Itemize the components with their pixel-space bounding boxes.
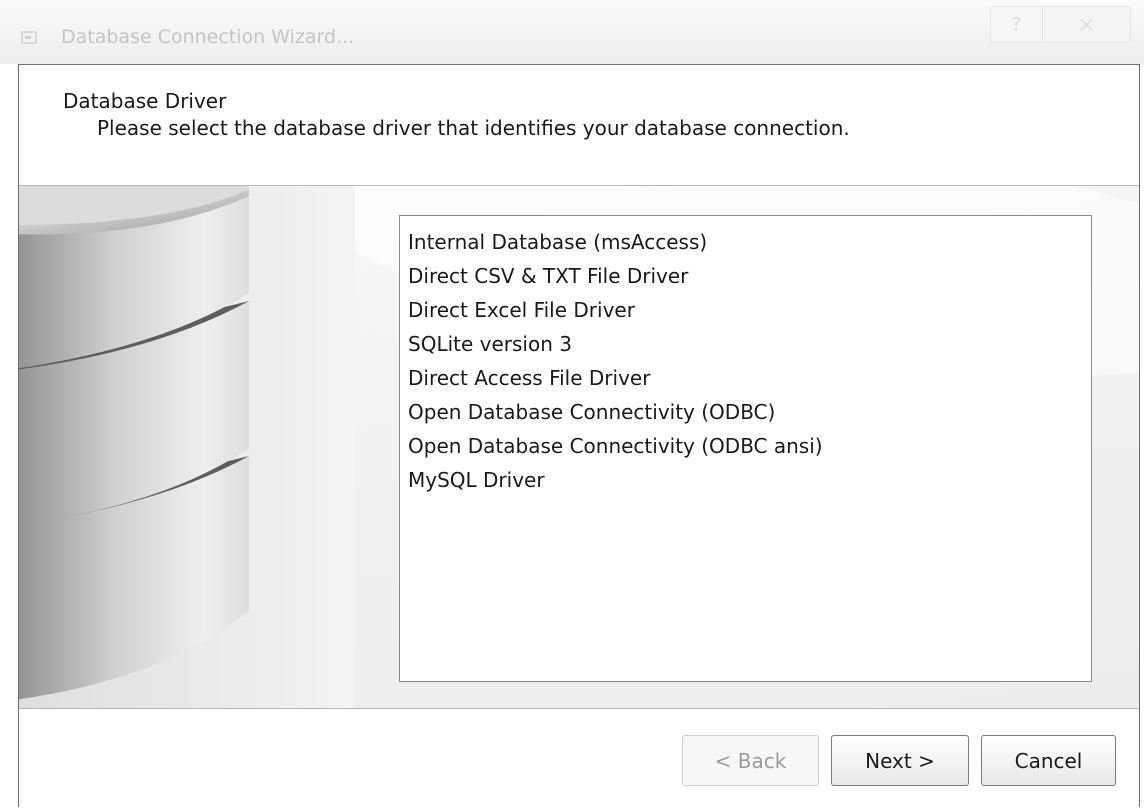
list-item[interactable]: Direct CSV & TXT File Driver — [400, 259, 1091, 293]
back-button[interactable]: < Back — [682, 735, 819, 786]
wizard-content: Internal Database (msAccess) Direct CSV … — [19, 186, 1139, 708]
driver-list[interactable]: Internal Database (msAccess) Direct CSV … — [399, 215, 1092, 682]
list-item[interactable]: MySQL Driver — [400, 463, 1091, 497]
wizard-footer: < Back Next > Cancel — [19, 708, 1139, 809]
list-item[interactable]: Open Database Connectivity (ODBC ansi) — [400, 429, 1091, 463]
list-item[interactable]: Direct Excel File Driver — [400, 293, 1091, 327]
list-item[interactable]: SQLite version 3 — [400, 327, 1091, 361]
app-window-icon — [21, 31, 37, 44]
window-title: Database Connection Wizard... — [61, 26, 355, 48]
database-cylinder-icon — [19, 186, 355, 708]
next-button[interactable]: Next > — [831, 735, 969, 786]
wizard-dialog: Database Driver Please select the databa… — [18, 64, 1140, 809]
page-title: Database Driver — [63, 89, 227, 113]
close-button[interactable]: ✕ — [1042, 6, 1131, 43]
cancel-button[interactable]: Cancel — [981, 735, 1116, 786]
help-button[interactable]: ? — [990, 6, 1043, 43]
title-bar: Database Connection Wizard... ? ✕ — [0, 0, 1144, 64]
wizard-header: Database Driver Please select the databa… — [19, 65, 1139, 186]
list-item[interactable]: Open Database Connectivity (ODBC) — [400, 395, 1091, 429]
list-item[interactable]: Direct Access File Driver — [400, 361, 1091, 395]
page-subtitle: Please select the database driver that i… — [97, 116, 850, 140]
list-item[interactable]: Internal Database (msAccess) — [400, 225, 1091, 259]
